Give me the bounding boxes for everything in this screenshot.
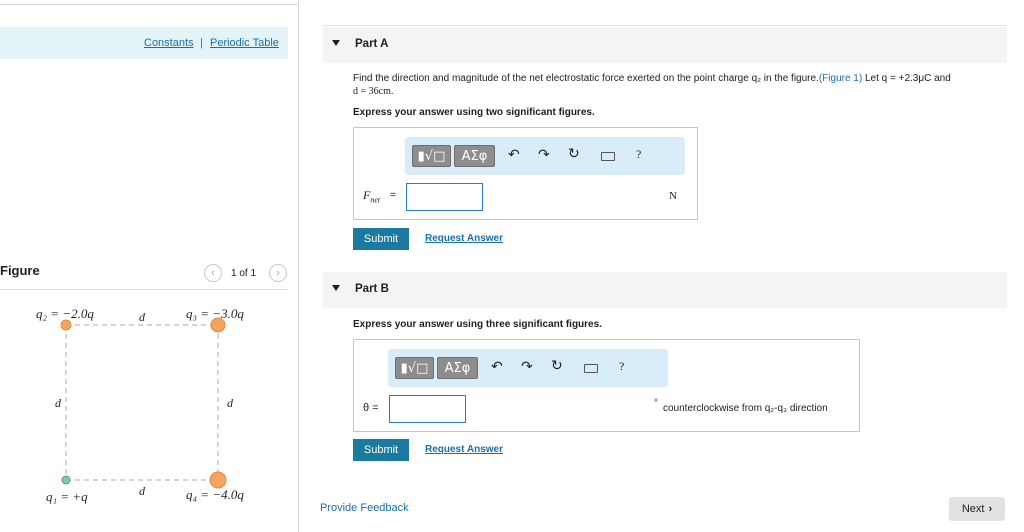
part-b-submit-button[interactable]: Submit: [353, 439, 409, 461]
part-a-header[interactable]: Part A: [323, 27, 1007, 63]
provide-feedback-link[interactable]: Provide Feedback: [320, 502, 409, 514]
templates-sqrt-icon[interactable]: ▮√□: [395, 357, 434, 379]
f-net-subscript: net: [370, 195, 381, 205]
label-q4: q₄ = −4.0q: [186, 487, 244, 502]
links-separator: |: [200, 37, 203, 49]
charge-diagram: [60, 317, 227, 489]
label-q1: q₁ = +q: [46, 489, 88, 504]
part-a-request-answer-link[interactable]: Request Answer: [425, 233, 503, 244]
templates-sqrt-icon[interactable]: ▮√□: [412, 145, 451, 167]
degree-symbol: °: [654, 398, 658, 409]
greek-symbols-button[interactable]: ΑΣφ: [454, 145, 495, 167]
top-divider-right: [323, 25, 1007, 26]
periodic-table-link[interactable]: Periodic Table: [210, 37, 279, 49]
f-net-input[interactable]: [406, 183, 483, 211]
figure-pager: 1 of 1: [231, 268, 257, 279]
label-d-right: d: [227, 396, 233, 410]
panel-divider: [298, 0, 299, 532]
charge-q1: [61, 475, 71, 485]
label-d-top: d: [139, 310, 145, 324]
part-b-header[interactable]: Part B: [323, 272, 1007, 308]
part-a-instruction: Express your answer using two significan…: [353, 107, 595, 118]
part-a-answer-box: ▮√□ ΑΣφ ↶ ↷ ↻ ? Fnet = N: [353, 127, 698, 220]
theta-input[interactable]: [389, 395, 466, 423]
collapse-triangle-icon: [332, 40, 340, 46]
help-button[interactable]: ?: [619, 359, 624, 374]
redo-icon[interactable]: ↷: [521, 359, 533, 375]
part-a-toolbar: ▮√□ ΑΣφ ↶ ↷ ↻ ?: [405, 137, 685, 175]
part-b-request-answer-link[interactable]: Request Answer: [425, 444, 503, 455]
question-main: Find the direction and magnitude of the …: [353, 73, 819, 84]
theta-label: θ =: [363, 402, 379, 414]
part-a-submit-button[interactable]: Submit: [353, 228, 409, 250]
help-button[interactable]: ?: [636, 147, 641, 162]
chevron-right-icon: ›: [988, 503, 993, 515]
next-button[interactable]: Next ›: [949, 497, 1005, 521]
charge-q4: [209, 471, 227, 489]
collapse-triangle-icon: [332, 285, 340, 291]
reset-icon[interactable]: ↻: [551, 358, 563, 374]
label-q2: q₂ = −2.0q: [36, 306, 94, 321]
keyboard-icon[interactable]: [601, 152, 615, 161]
part-a-question: Find the direction and magnitude of the …: [353, 73, 1008, 84]
figure-heading: Figure: [0, 263, 40, 278]
keyboard-icon[interactable]: [584, 364, 598, 373]
figure-divider: [0, 289, 288, 290]
top-divider-left: [0, 4, 298, 5]
chevron-right-icon[interactable]: ›: [269, 264, 287, 282]
figure-link[interactable]: (Figure 1): [819, 73, 862, 84]
f-net-equals: =: [390, 190, 396, 201]
chevron-left-icon[interactable]: ‹: [204, 264, 222, 282]
f-net-label: Fnet: [363, 188, 380, 204]
part-b-instruction: Express your answer using three signific…: [353, 319, 602, 330]
angle-unit-text: counterclockwise from q₂-q₃ direction: [663, 403, 828, 414]
label-q3: q₃ = −3.0q: [186, 306, 244, 321]
redo-icon[interactable]: ↷: [538, 147, 550, 163]
constants-link[interactable]: Constants: [144, 37, 194, 49]
undo-icon[interactable]: ↶: [491, 359, 503, 375]
greek-symbols-button[interactable]: ΑΣφ: [437, 357, 478, 379]
reset-icon[interactable]: ↻: [568, 146, 580, 162]
question-tail: Let q = +2.3μC and: [862, 73, 951, 84]
label-d-left: d: [55, 396, 61, 410]
unit-newton: N: [669, 190, 677, 202]
label-d-bottom: d: [139, 484, 145, 498]
undo-icon[interactable]: ↶: [508, 147, 520, 163]
question-line2: d = 36cm.: [353, 86, 394, 97]
part-a-title: Part A: [355, 38, 389, 50]
part-b-toolbar: ▮√□ ΑΣφ ↶ ↷ ↻ ?: [388, 349, 668, 387]
resource-links-bar: Constants | Periodic Table: [0, 27, 288, 59]
part-b-answer-box: ▮√□ ΑΣφ ↶ ↷ ↻ ? θ = ° counterclockwise f…: [353, 339, 860, 432]
next-label: Next: [961, 503, 985, 515]
part-b-title: Part B: [355, 283, 389, 295]
